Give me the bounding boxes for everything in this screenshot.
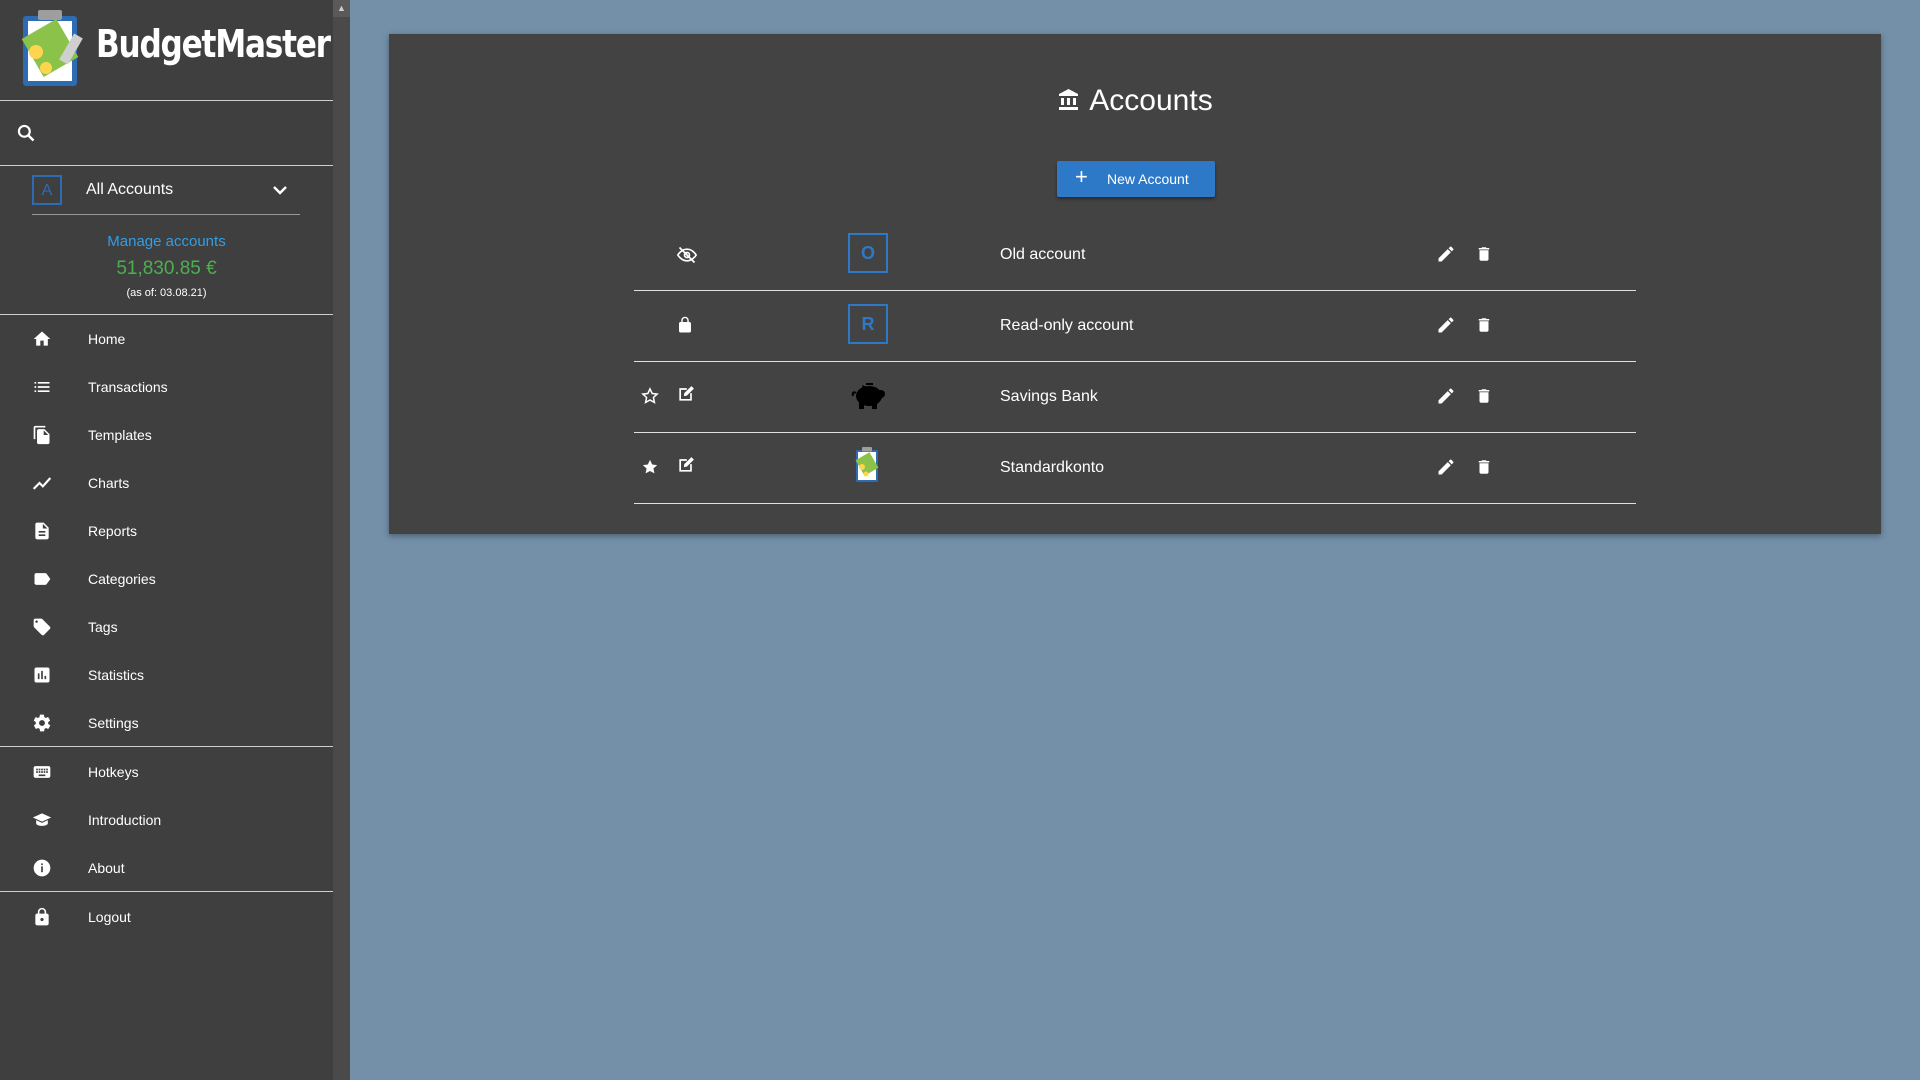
tag-icon bbox=[33, 618, 51, 636]
manage-accounts-link[interactable]: Manage accounts bbox=[0, 233, 333, 250]
edit-pencil-icon[interactable] bbox=[1436, 315, 1456, 335]
nav-item-charts[interactable]: Charts bbox=[0, 463, 333, 503]
nav-label: Hotkeys bbox=[88, 764, 139, 780]
sidebar-scrollbar[interactable] bbox=[333, 0, 350, 1080]
nav-label: Categories bbox=[88, 571, 156, 587]
delete-trash-icon[interactable] bbox=[1475, 244, 1493, 264]
account-icon: R bbox=[848, 304, 888, 344]
nav-label: Settings bbox=[88, 715, 139, 731]
edit-pencil-icon[interactable] bbox=[1436, 457, 1456, 477]
nav-item-templates[interactable]: Templates bbox=[0, 415, 333, 455]
nav-item-about[interactable]: About bbox=[0, 848, 333, 888]
trending-line-icon bbox=[32, 477, 52, 490]
account-row: Standardkonto bbox=[634, 433, 1636, 504]
edit-pencil-icon[interactable] bbox=[1436, 386, 1456, 406]
logo-area: BudgetMaster bbox=[0, 0, 333, 101]
delete-trash-icon[interactable] bbox=[1475, 315, 1493, 335]
account-row: Savings Bank bbox=[634, 362, 1636, 433]
account-icon bbox=[848, 446, 888, 491]
account-letter-icon: R bbox=[848, 304, 888, 344]
nav-item-settings[interactable]: Settings bbox=[0, 703, 333, 743]
bar-chart-icon bbox=[34, 667, 50, 683]
account-select[interactable]: A All Accounts bbox=[32, 172, 300, 215]
new-account-label: New Account bbox=[1107, 171, 1189, 187]
info-icon bbox=[33, 859, 51, 877]
nav-label: About bbox=[88, 860, 125, 876]
bank-icon bbox=[1059, 89, 1079, 110]
nav-item-statistics[interactable]: Statistics bbox=[0, 655, 333, 695]
search-icon[interactable] bbox=[16, 123, 36, 143]
nav-item-reports[interactable]: Reports bbox=[0, 511, 333, 551]
gear-icon bbox=[33, 714, 51, 732]
home-icon bbox=[33, 331, 51, 346]
account-balance: 51,830.85 € bbox=[116, 258, 217, 279]
sidebar: BudgetMaster A All Accounts Manage accou… bbox=[0, 0, 333, 1080]
page-title: Accounts bbox=[389, 84, 1881, 118]
nav-item-logout[interactable]: Logout bbox=[0, 897, 333, 937]
account-icon bbox=[848, 375, 888, 420]
page-title-text: Accounts bbox=[1089, 84, 1213, 117]
account-row: O Old account bbox=[634, 220, 1636, 291]
search-bar[interactable] bbox=[0, 101, 333, 166]
budgetmaster-logo-icon bbox=[855, 447, 879, 482]
label-icon bbox=[34, 573, 51, 585]
nav-label: Transactions bbox=[88, 379, 168, 395]
lock-icon bbox=[35, 907, 49, 926]
account-letter-icon: O bbox=[848, 233, 888, 273]
account-row: R Read-only account bbox=[634, 291, 1636, 362]
account-badge: A bbox=[32, 175, 62, 205]
star-filled-icon[interactable] bbox=[640, 457, 660, 477]
star-outline-icon[interactable] bbox=[640, 386, 660, 406]
graduation-cap-icon bbox=[32, 813, 52, 826]
nav-label: Reports bbox=[88, 523, 138, 539]
divider bbox=[0, 314, 333, 315]
edit-note-icon bbox=[679, 386, 694, 401]
chevron-down-icon[interactable] bbox=[272, 184, 288, 196]
budgetmaster-logo-icon bbox=[21, 10, 83, 86]
nav-item-categories[interactable]: Categories bbox=[0, 559, 333, 599]
app-name: BudgetMaster bbox=[96, 22, 331, 66]
nav-label: Tags bbox=[88, 619, 118, 635]
divider bbox=[0, 746, 333, 747]
new-account-button[interactable]: + New Account bbox=[1057, 161, 1215, 197]
delete-trash-icon[interactable] bbox=[1475, 457, 1493, 477]
account-select-label: All Accounts bbox=[86, 181, 174, 198]
lock-icon bbox=[679, 316, 691, 333]
accounts-panel: Accounts + New Account O Old account R R… bbox=[389, 34, 1881, 534]
nav-label: Statistics bbox=[88, 667, 145, 683]
scroll-up-arrow-icon[interactable]: ▲ bbox=[333, 0, 350, 17]
eye-off-icon bbox=[676, 246, 698, 264]
keyboard-icon bbox=[33, 766, 51, 778]
nav-label: Home bbox=[88, 331, 126, 347]
nav-item-transactions[interactable]: Transactions bbox=[0, 367, 333, 407]
divider bbox=[0, 891, 333, 892]
document-icon bbox=[35, 522, 49, 540]
nav-item-tags[interactable]: Tags bbox=[0, 607, 333, 647]
account-name: Read-only account bbox=[1000, 317, 1134, 334]
edit-pencil-icon[interactable] bbox=[1436, 244, 1456, 264]
account-icon: O bbox=[848, 233, 888, 273]
nav-label: Templates bbox=[88, 427, 152, 443]
account-name: Standardkonto bbox=[1000, 459, 1105, 476]
nav-label: Logout bbox=[88, 909, 131, 925]
plus-icon: + bbox=[1075, 164, 1088, 189]
account-name: Old account bbox=[1000, 246, 1086, 263]
nav-item-introduction[interactable]: Introduction bbox=[0, 800, 333, 840]
piggy-bank-icon bbox=[851, 383, 885, 409]
balance-date: (as of: 03.08.21) bbox=[126, 287, 207, 299]
nav-label: Charts bbox=[88, 475, 130, 491]
account-name: Savings Bank bbox=[1000, 388, 1098, 405]
nav-item-home[interactable]: Home bbox=[0, 319, 333, 359]
list-icon bbox=[34, 382, 50, 392]
nav-label: Introduction bbox=[88, 812, 162, 828]
nav-item-hotkeys[interactable]: Hotkeys bbox=[0, 752, 333, 792]
copy-icon bbox=[33, 425, 50, 445]
edit-note-icon bbox=[679, 457, 694, 472]
delete-trash-icon[interactable] bbox=[1475, 386, 1493, 406]
